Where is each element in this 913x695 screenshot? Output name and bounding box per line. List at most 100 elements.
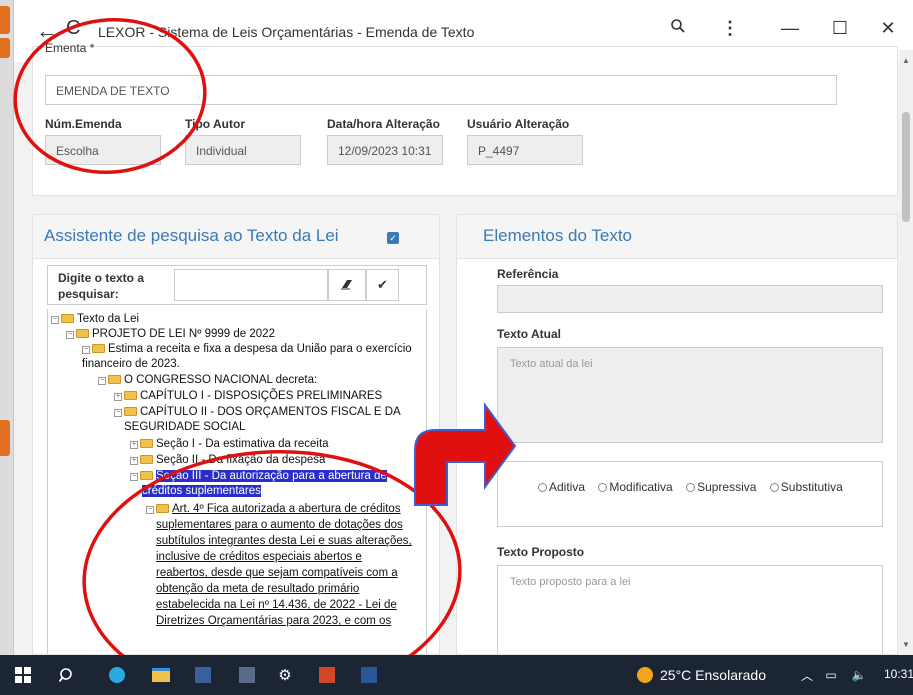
- collapse-icon[interactable]: −: [130, 473, 138, 481]
- page-scrollbar[interactable]: ▲ ▼: [899, 50, 913, 655]
- background-app-tab: [0, 38, 10, 58]
- minimize-button[interactable]: —: [778, 18, 802, 39]
- file-explorer-icon[interactable]: [146, 655, 176, 695]
- weather-sun-icon[interactable]: [634, 655, 656, 695]
- folder-icon: [76, 329, 89, 338]
- tree-item-selected[interactable]: − Seção III - Da autorização para a abert…: [130, 469, 387, 484]
- data-alteracao-field: 12/09/2023 10:31: [327, 135, 443, 165]
- tree-item[interactable]: + Seção II - Da fixação da despesa: [130, 453, 325, 468]
- collapse-icon[interactable]: −: [114, 409, 122, 417]
- tree-item[interactable]: − CAPÍTULO II - DOS ORÇAMENTOS FISCAL E D…: [114, 405, 401, 420]
- tree-item[interactable]: − Estima a receita e fixa a despesa da Un…: [82, 342, 412, 357]
- assistant-title: Assistente de pesquisa ao Texto da Lei: [44, 226, 339, 245]
- ementa-input[interactable]: EMENDA DE TEXTO: [45, 75, 837, 105]
- taskbar-app-icon[interactable]: [232, 655, 262, 695]
- num-emenda-label: Núm.Emenda: [45, 117, 122, 131]
- elements-title: Elementos do Texto: [483, 226, 632, 245]
- emenda-type-group: Aditiva Modificativa Supressiva Substitu…: [497, 461, 883, 527]
- tree-item-article-continuation: reabertos, desde que sejam compatíveis c…: [156, 567, 398, 579]
- background-app-tab: [0, 420, 10, 456]
- folder-icon: [124, 391, 137, 400]
- powerpoint-icon[interactable]: [312, 655, 342, 695]
- folder-icon: [156, 504, 169, 513]
- texto-atual-textarea: Texto atual da lei: [497, 347, 883, 443]
- folder-icon: [140, 471, 153, 480]
- search-icon[interactable]: [52, 655, 82, 695]
- collapse-icon[interactable]: −: [51, 316, 59, 324]
- clock[interactable]: 10:31: [884, 667, 913, 681]
- collapse-icon[interactable]: −: [66, 331, 74, 339]
- zoom-icon[interactable]: [666, 18, 690, 39]
- eraser-button[interactable]: [328, 269, 366, 301]
- maximize-button[interactable]: ☐: [828, 18, 852, 39]
- texto-atual-label: Texto Atual: [497, 327, 562, 341]
- referencia-label: Referência: [497, 267, 559, 281]
- tree-item[interactable]: − O CONGRESSO NACIONAL decreta:: [98, 373, 317, 388]
- tree-item[interactable]: + Seção I - Da estimativa da receita: [130, 437, 329, 452]
- reload-icon[interactable]: C: [66, 17, 80, 40]
- checkbox-icon[interactable]: ✓: [387, 232, 399, 244]
- radio-aditiva[interactable]: Aditiva: [538, 480, 585, 494]
- search-input[interactable]: [174, 269, 328, 301]
- tree-item-article-continuation: subtítulos integrantes desta Lei e suas …: [156, 535, 412, 547]
- network-icon[interactable]: ▭: [820, 655, 842, 695]
- radio-icon: [686, 483, 696, 492]
- radio-row: Aditiva Modificativa Supressiva Substitu…: [538, 480, 853, 494]
- browser-window: ← C LEXOR - Sistema de Leis Orçamentária…: [14, 0, 913, 655]
- volume-icon[interactable]: 🔈: [844, 655, 874, 695]
- collapse-icon[interactable]: −: [98, 377, 106, 385]
- assistant-header: Assistente de pesquisa ao Texto da Lei ✓: [33, 215, 439, 259]
- radio-icon: [538, 483, 547, 492]
- search-confirm-button[interactable]: ✔: [366, 269, 399, 301]
- more-icon[interactable]: ⋮: [718, 18, 742, 39]
- expand-icon[interactable]: +: [130, 457, 138, 465]
- texto-proposto-label: Texto Proposto: [497, 545, 585, 559]
- tree-item-article-continuation: inclusive de créditos especiais abertos …: [156, 551, 362, 563]
- search-box: Digite o texto a pesquisar: ✔: [47, 265, 427, 305]
- tree-item-continuation: financeiro de 2023.: [82, 358, 180, 370]
- law-text-tree: − Texto da Lei − PROJETO DE LEI Nº 9999 de…: [47, 309, 427, 654]
- folder-icon: [92, 344, 105, 353]
- taskbar: ⚙ 25°C Ensolarado ︿ ▭ 🔈 10:31: [0, 655, 913, 695]
- tipo-autor-field: Individual: [185, 135, 301, 165]
- weather-text[interactable]: 25°C Ensolarado: [660, 667, 766, 683]
- windows-start-icon[interactable]: [8, 655, 38, 695]
- ementa-label: Ementa *: [45, 41, 95, 55]
- tipo-autor-label: Tipo Autor: [185, 117, 245, 131]
- radio-modificativa[interactable]: Modificativa: [598, 480, 673, 494]
- taskbar-app-icon[interactable]: [188, 655, 218, 695]
- tree-item[interactable]: − Texto da Lei: [51, 312, 139, 327]
- edge-icon[interactable]: [102, 655, 132, 695]
- expand-icon[interactable]: +: [114, 393, 122, 401]
- expand-icon[interactable]: +: [130, 441, 138, 449]
- tree-item[interactable]: − PROJETO DE LEI Nº 9999 de 2022: [66, 327, 275, 342]
- data-alteracao-label: Data/hora Alteração: [327, 117, 440, 131]
- radio-substitutiva[interactable]: Substitutiva: [769, 480, 843, 494]
- scroll-down-icon[interactable]: ▼: [902, 640, 910, 649]
- folder-icon: [108, 375, 121, 384]
- usuario-alteracao-field: P_4497: [467, 135, 583, 165]
- word-icon[interactable]: [354, 655, 384, 695]
- settings-gear-icon[interactable]: ⚙: [270, 655, 300, 695]
- radio-icon: [598, 483, 608, 492]
- window-title: LEXOR - Sistema de Leis Orçamentárias - …: [98, 24, 475, 40]
- num-emenda-select[interactable]: Escolha: [45, 135, 161, 165]
- folder-icon: [140, 455, 153, 464]
- collapse-icon[interactable]: −: [146, 506, 154, 514]
- tree-item-article[interactable]: − Art. 4º Fica autorizada a abertura de c…: [146, 502, 401, 517]
- eraser-icon: [341, 280, 352, 290]
- collapse-icon[interactable]: −: [82, 346, 90, 354]
- elements-header: Elementos do Texto: [457, 215, 897, 259]
- elements-panel: Elementos do Texto Referência Texto Atua…: [456, 214, 898, 655]
- scrollbar-thumb[interactable]: [902, 112, 910, 222]
- folder-icon: [124, 407, 137, 416]
- usuario-alteracao-label: Usuário Alteração: [467, 117, 570, 131]
- radio-supressiva[interactable]: Supressiva: [686, 480, 756, 494]
- chevron-up-icon[interactable]: ︿: [796, 655, 818, 695]
- tree-item[interactable]: + CAPÍTULO I - DISPOSIÇÕES PRELIMINARES: [114, 389, 382, 404]
- scroll-up-icon[interactable]: ▲: [902, 56, 910, 65]
- tree-item-article-continuation: Diretrizes Orçamentárias para 2023, e co…: [156, 615, 392, 627]
- texto-proposto-textarea[interactable]: Texto proposto para a lei: [497, 565, 883, 654]
- close-button[interactable]: ✕: [876, 18, 900, 39]
- background-app-strip: [0, 0, 14, 655]
